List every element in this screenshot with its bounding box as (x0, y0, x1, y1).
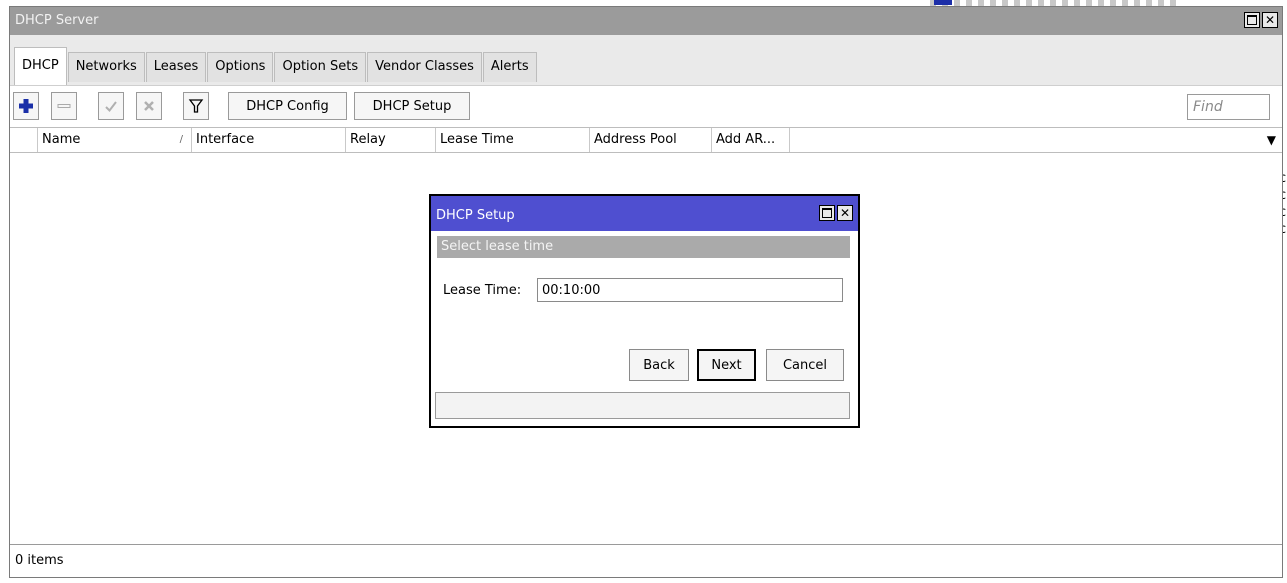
lease-time-input[interactable] (537, 278, 843, 302)
desktop: c c c c DHCP Server ✕ DHCP Networks Leas… (0, 0, 1287, 583)
next-button[interactable]: Next (697, 349, 756, 381)
column-name[interactable]: Name / (38, 128, 192, 152)
tab-option-sets[interactable]: Option Sets (274, 52, 367, 82)
tab-options[interactable]: Options (207, 52, 274, 82)
column-name-label: Name (42, 132, 81, 147)
column-interface[interactable]: Interface (192, 128, 346, 152)
tab-networks[interactable]: Networks (67, 52, 145, 82)
dialog-status-bar (435, 392, 850, 419)
column-lease-time[interactable]: Lease Time (436, 128, 590, 152)
column-menu-icon[interactable]: ▼ (1267, 128, 1276, 152)
maximize-icon (1247, 15, 1257, 25)
item-count: 0 items (15, 553, 64, 568)
disable-button[interactable] (136, 92, 162, 120)
close-button[interactable]: ✕ (1262, 12, 1278, 28)
minus-icon (57, 104, 71, 108)
tab-alerts[interactable]: Alerts (482, 52, 537, 82)
remove-button[interactable] (51, 92, 77, 120)
tabs-bar: DHCP Networks Leases Options Option Sets… (10, 35, 1282, 86)
column-relay[interactable]: Relay (346, 128, 436, 152)
dhcp-setup-button[interactable]: DHCP Setup (354, 92, 470, 120)
close-icon: ✕ (1264, 13, 1276, 27)
table-header: Name / Interface Relay Lease Time Address… (10, 127, 1282, 153)
dialog-title: DHCP Setup (436, 208, 515, 223)
dhcp-setup-dialog: DHCP Setup ✕ Select lease time Lease Tim… (429, 194, 860, 428)
cross-icon (144, 101, 154, 111)
window-title: DHCP Server (15, 13, 99, 28)
maximize-icon (822, 208, 832, 218)
cancel-button[interactable]: Cancel (766, 349, 844, 381)
plus-icon (19, 99, 33, 113)
column-address-pool[interactable]: Address Pool (590, 128, 712, 152)
dialog-step-title: Select lease time (437, 236, 850, 258)
tab-leases[interactable]: Leases (145, 52, 207, 82)
background-blue-mark (934, 0, 952, 5)
filter-button[interactable] (183, 92, 209, 120)
column-add-arp[interactable]: Add AR... (712, 128, 790, 152)
filter-icon (188, 99, 204, 113)
toolbar: DHCP Config DHCP Setup (10, 85, 1282, 128)
close-icon: ✕ (839, 206, 851, 220)
add-button[interactable] (13, 92, 39, 120)
enable-button[interactable] (98, 92, 124, 120)
sort-indicator-icon: / (179, 134, 183, 145)
dialog-titlebar[interactable]: DHCP Setup ✕ (431, 196, 858, 231)
find-input[interactable] (1187, 94, 1270, 120)
column-selector[interactable] (10, 128, 38, 152)
tab-dhcp[interactable]: DHCP (14, 47, 67, 86)
lease-time-label: Lease Time: (443, 283, 522, 298)
dialog-close-button[interactable]: ✕ (837, 205, 853, 221)
tab-vendor-classes[interactable]: Vendor Classes (367, 52, 482, 82)
dhcp-config-button[interactable]: DHCP Config (228, 92, 347, 120)
maximize-button[interactable] (1244, 12, 1260, 28)
check-icon (105, 101, 117, 113)
dialog-maximize-button[interactable] (819, 205, 835, 221)
status-bar: 0 items (10, 544, 1282, 577)
back-button[interactable]: Back (629, 349, 689, 381)
window-titlebar[interactable]: DHCP Server ✕ (10, 7, 1282, 35)
